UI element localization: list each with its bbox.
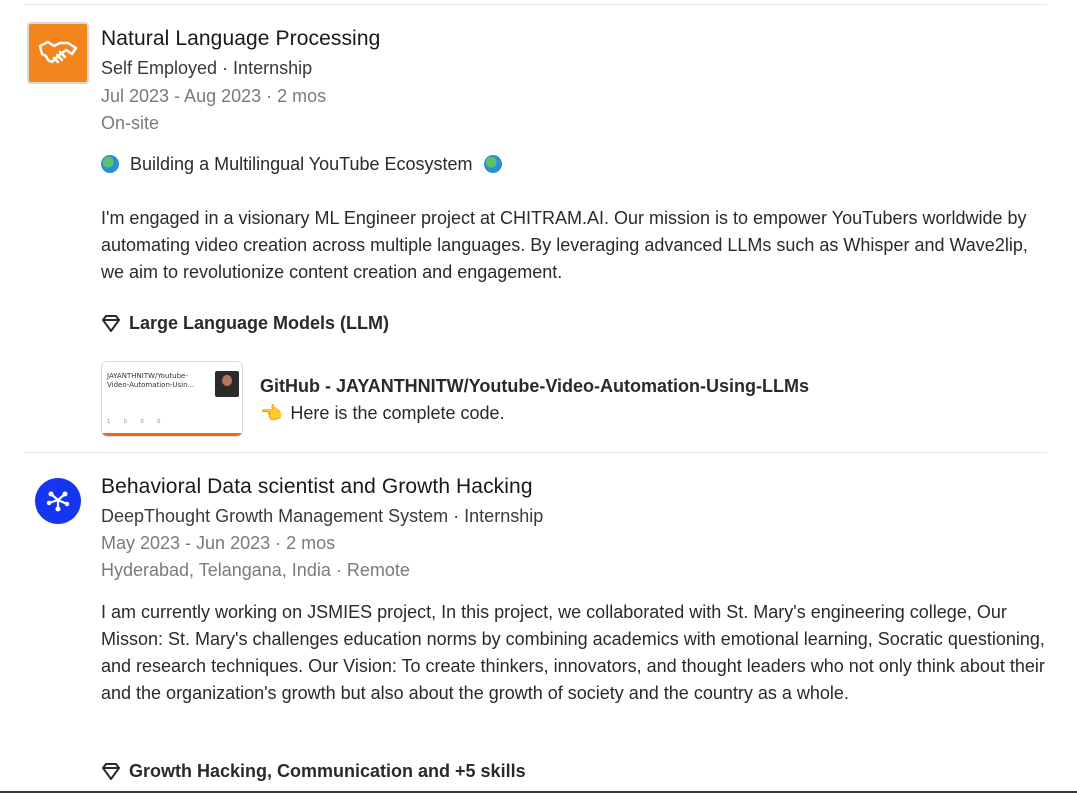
date-range: May 2023 - Jun 2023 · 2 mos (101, 533, 336, 553)
thumbnail-stats: 1 0 0 0 (107, 419, 167, 425)
headline-text: Building a Multilingual YouTube Ecosyste… (130, 154, 473, 174)
skills-text: Growth Hacking, Communication and +5 ski… (129, 761, 526, 781)
company-line: Self Employed · Internship (101, 58, 313, 78)
company-logo-network-icon[interactable] (35, 478, 81, 524)
globe-icon (101, 155, 119, 173)
entry-divider (24, 452, 1047, 453)
skills-link[interactable]: Large Language Models (LLM) (101, 313, 389, 334)
network-icon (46, 491, 70, 512)
top-divider (24, 4, 1047, 5)
media-description-text: Here is the complete code. (290, 403, 505, 423)
skills-link[interactable]: Growth Hacking, Communication and +5 ski… (101, 761, 526, 782)
job-title: Behavioral Data scientist and Growth Hac… (101, 475, 533, 498)
media-thumbnail[interactable]: JAYANTHNITW/Youtube-Video-Automation-Usi… (101, 361, 243, 437)
company-line: DeepThought Growth Management System · I… (101, 506, 544, 526)
thumbnail-accent-bar (102, 433, 242, 436)
diamond-icon (101, 314, 123, 333)
handshake-icon (38, 40, 78, 64)
job-description: I am currently working on JSMIES project… (101, 602, 1045, 703)
skills-text: Large Language Models (LLM) (129, 313, 390, 333)
media-description: 👈 Here is the complete code. (260, 403, 505, 424)
company-logo-handshake-icon[interactable] (27, 22, 89, 84)
media-title-link[interactable]: GitHub - JAYANTHNITW/Youtube-Video-Autom… (260, 376, 809, 397)
diamond-icon (101, 762, 123, 781)
thumbnail-text: JAYANTHNITW/Youtube-Video-Automation-Usi… (107, 372, 195, 389)
thumbnail-avatar (215, 371, 239, 397)
location: On-site (101, 113, 160, 133)
date-range: Jul 2023 - Aug 2023 · 2 mos (101, 86, 327, 106)
job-title: Natural Language Processing (101, 27, 381, 50)
headline-line: Building a Multilingual YouTube Ecosyste… (101, 151, 1051, 178)
pointing-hand-icon: 👈 (260, 403, 283, 423)
job-description: I'm engaged in a visionary ML Engineer p… (101, 208, 1028, 282)
location: Hyderabad, Telangana, India · Remote (101, 560, 410, 580)
globe-icon (483, 155, 502, 173)
